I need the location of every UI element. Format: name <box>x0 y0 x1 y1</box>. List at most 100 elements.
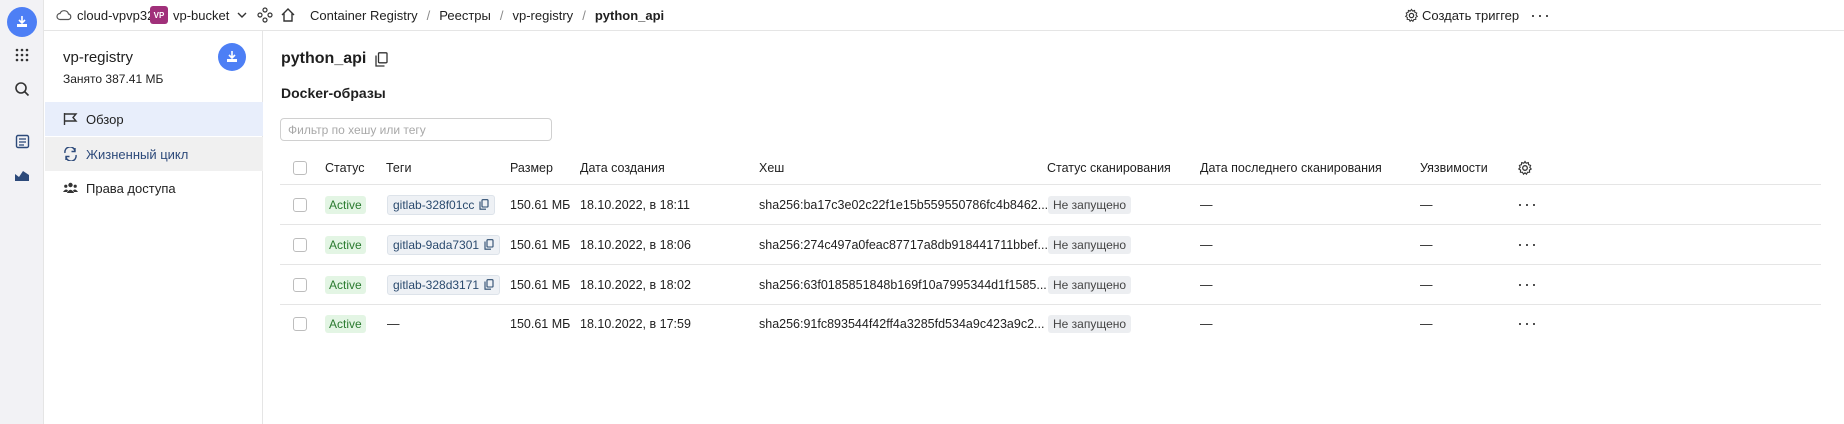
tag-label: gitlab-9ada7301 <box>393 237 480 252</box>
created-value: 18.10.2022, в 18:02 <box>580 277 691 292</box>
breadcrumb-registry[interactable]: vp-registry <box>513 8 574 23</box>
last-scan-value: — <box>1200 277 1213 292</box>
row-checkbox[interactable] <box>293 316 307 331</box>
breadcrumb-separator: / <box>426 7 431 23</box>
table-header: Статус Теги Размер Дата создания Хеш Ста… <box>280 151 1821 185</box>
tag-label: gitlab-328f01cc <box>393 197 475 212</box>
table-row[interactable]: Active gitlab-328f01cc 150.61 МБ 18.10.2… <box>280 185 1821 225</box>
select-all-checkbox[interactable] <box>293 160 307 175</box>
size-value: 150.61 МБ <box>510 316 571 331</box>
row-actions-menu-icon[interactable]: ··· <box>1517 234 1538 255</box>
breadcrumb-container-registry[interactable]: Container Registry <box>310 8 418 23</box>
main-content: python_api Docker-образы Статус Теги Раз… <box>264 31 1844 424</box>
sidebar-item-lifecycle[interactable]: Жизненный цикл <box>45 137 263 171</box>
top-bar: cloud-vpvp32 VP vp-bucket Container Regi… <box>44 0 1844 31</box>
folder-selector[interactable]: VP vp-bucket <box>150 0 247 30</box>
vulnerabilities-value: — <box>1420 197 1433 212</box>
row-checkbox[interactable] <box>293 197 307 212</box>
copy-icon[interactable] <box>375 51 388 67</box>
registry-usage: Занято 387.41 МБ <box>63 72 164 86</box>
repository-name: python_api <box>281 50 367 67</box>
more-menu-icon[interactable]: ··· <box>1530 0 1551 30</box>
column-created[interactable]: Дата создания <box>580 151 665 184</box>
last-scan-value: — <box>1200 237 1213 252</box>
column-hash[interactable]: Хеш <box>759 151 784 184</box>
row-actions-menu-icon[interactable]: ··· <box>1517 194 1538 215</box>
hash-value: sha256:274c497a0feac87717a8db918441711bb… <box>759 237 1048 252</box>
row-actions-menu-icon[interactable]: ··· <box>1517 274 1538 295</box>
breadcrumb-separator: / <box>499 7 504 23</box>
chevron-down-icon <box>237 12 247 18</box>
flag-icon <box>62 111 78 127</box>
tag-chip[interactable]: gitlab-9ada7301 <box>387 234 501 255</box>
created-value: 18.10.2022, в 18:11 <box>580 197 690 212</box>
global-nav-rail <box>0 0 44 424</box>
scan-status-badge: Не запущено <box>1048 235 1132 254</box>
breadcrumb: Container Registry / Реестры / vp-regist… <box>310 0 664 30</box>
filter-input[interactable] <box>280 118 552 141</box>
sidebar-item-label: Права доступа <box>86 180 176 196</box>
gear-icon <box>1404 8 1419 23</box>
breadcrumb-separator: / <box>582 7 586 23</box>
services-grid-icon[interactable] <box>7 40 37 70</box>
sidebar-item-access[interactable]: Права доступа <box>45 171 263 205</box>
vulnerabilities-value: — <box>1420 316 1433 331</box>
section-title: Docker-образы <box>281 85 386 101</box>
vulnerabilities-value: — <box>1420 277 1433 292</box>
status-badge: Active <box>325 195 366 214</box>
row-actions-menu-icon[interactable]: ··· <box>1517 313 1538 334</box>
search-icon[interactable] <box>7 74 37 104</box>
vulnerabilities-value: — <box>1420 237 1433 252</box>
scan-status-badge: Не запущено <box>1048 195 1132 214</box>
registry-list-icon[interactable] <box>7 126 37 156</box>
cloud-icon <box>56 9 72 21</box>
copy-icon[interactable] <box>484 239 494 250</box>
cloud-logo-icon[interactable] <box>7 7 37 37</box>
column-last-scan[interactable]: Дата последнего сканирования <box>1200 151 1382 184</box>
sidebar-item-overview[interactable]: Обзор <box>45 102 263 136</box>
size-value: 150.61 МБ <box>510 277 571 292</box>
copy-icon[interactable] <box>479 199 489 210</box>
copy-icon[interactable] <box>484 279 494 290</box>
column-size[interactable]: Размер <box>510 151 553 184</box>
sidebar-item-label: Жизненный цикл <box>86 146 189 162</box>
monitoring-chart-icon[interactable] <box>7 160 37 190</box>
column-status[interactable]: Статус <box>325 151 365 184</box>
create-trigger-button[interactable]: Создать триггер <box>1404 0 1519 30</box>
cloud-selector[interactable]: cloud-vpvp32 <box>56 0 154 30</box>
refresh-icon <box>62 146 78 162</box>
tag-chip[interactable]: gitlab-328d3171 <box>387 274 501 295</box>
row-checkbox[interactable] <box>293 277 307 292</box>
folder-name: vp-bucket <box>173 7 230 23</box>
container-registry-icon <box>218 43 246 71</box>
folder-avatar: VP <box>150 6 168 24</box>
tag-label: gitlab-328d3171 <box>393 277 480 292</box>
tag-chip[interactable]: gitlab-328f01cc <box>387 194 496 215</box>
registry-sidebar: vp-registry Занято 387.41 МБ Обзор Жизне… <box>45 31 263 424</box>
hash-value: sha256:63f0185851848b169f10a7995344d1f15… <box>759 277 1047 292</box>
row-checkbox[interactable] <box>293 237 307 252</box>
registry-name: vp-registry <box>63 49 134 66</box>
column-scan-status[interactable]: Статус сканирования <box>1047 151 1171 184</box>
users-icon <box>62 180 78 196</box>
table-row[interactable]: Active gitlab-328d3171 150.61 МБ 18.10.2… <box>280 265 1821 305</box>
breadcrumb-registries[interactable]: Реестры <box>439 8 491 23</box>
status-badge: Active <box>325 235 366 254</box>
column-tags[interactable]: Теги <box>386 151 411 184</box>
scan-status-badge: Не запущено <box>1048 275 1132 294</box>
breadcrumb-current: python_api <box>594 7 665 23</box>
status-badge: Active <box>325 275 366 294</box>
column-vulnerabilities[interactable]: Уязвимости <box>1420 151 1488 184</box>
table-settings-gear-icon[interactable] <box>1517 151 1533 184</box>
home-icon[interactable] <box>280 0 296 30</box>
cloud-name: cloud-vpvp32 <box>77 7 155 23</box>
created-value: 18.10.2022, в 17:59 <box>580 316 691 331</box>
create-trigger-label: Создать триггер <box>1422 7 1520 23</box>
status-badge: Active <box>325 314 366 333</box>
table-row[interactable]: Active — 150.61 МБ 18.10.2022, в 17:59 s… <box>280 305 1821 342</box>
table-row[interactable]: Active gitlab-9ada7301 150.61 МБ 18.10.2… <box>280 225 1821 265</box>
service-nodes-icon[interactable] <box>257 0 273 30</box>
scan-status-badge: Не запущено <box>1048 314 1132 333</box>
created-value: 18.10.2022, в 18:06 <box>580 237 691 252</box>
size-value: 150.61 МБ <box>510 197 571 212</box>
